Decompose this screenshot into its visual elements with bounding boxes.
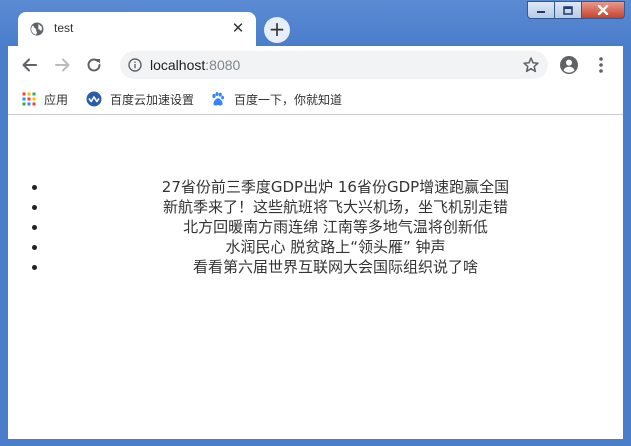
close-window-icon bbox=[597, 5, 609, 15]
tab-strip: test ✕ + bbox=[0, 0, 631, 46]
account-icon[interactable] bbox=[559, 55, 579, 75]
news-list: 27省份前三季度GDP出炉 16省份GDP增速跑赢全国 新航季来了！这些航班将飞… bbox=[8, 177, 623, 277]
list-item: 新航季来了！这些航班将飞大兴机场，坐飞机别走错 bbox=[48, 197, 623, 217]
maximize-icon bbox=[563, 5, 573, 15]
star-icon[interactable] bbox=[522, 56, 540, 74]
url-text[interactable]: localhost:8080 bbox=[150, 57, 240, 73]
minimize-button[interactable] bbox=[527, 1, 555, 19]
cloud-accelerate-icon bbox=[86, 91, 102, 107]
bookmark-label: 百度云加速设置 bbox=[110, 92, 195, 107]
list-item: 水润民心 脱贫路上“领头雁” 钟声 bbox=[48, 237, 623, 257]
maximize-button[interactable] bbox=[554, 1, 582, 19]
bookmarks-bar: 应用 百度云加速设置 百度一下，你就知道 bbox=[8, 84, 623, 115]
kebab-menu-icon[interactable] bbox=[593, 55, 609, 75]
reload-icon[interactable] bbox=[84, 55, 104, 75]
page-viewport: 27省份前三季度GDP出炉 16省份GDP增速跑赢全国 新航季来了！这些航班将飞… bbox=[8, 115, 623, 439]
tab-title: test bbox=[54, 21, 74, 35]
bookmark-baidu[interactable]: 百度一下，你就知道 bbox=[210, 90, 342, 108]
bookmark-baidu-cloud[interactable]: 百度云加速设置 bbox=[86, 90, 194, 108]
baidu-paw-icon bbox=[212, 92, 224, 106]
browser-toolbar: localhost:8080 bbox=[8, 46, 623, 84]
address-bar[interactable]: localhost:8080 bbox=[120, 51, 548, 79]
url-host: localhost bbox=[150, 57, 206, 73]
close-window-button[interactable] bbox=[581, 1, 625, 19]
url-port: :8080 bbox=[205, 57, 241, 73]
list-item: 27省份前三季度GDP出炉 16省份GDP增速跑赢全国 bbox=[48, 177, 623, 197]
bookmark-apps[interactable]: 应用 bbox=[22, 90, 68, 108]
site-info-icon[interactable] bbox=[128, 58, 142, 72]
bookmark-label: 应用 bbox=[44, 92, 69, 107]
tab-close-icon[interactable]: ✕ bbox=[230, 20, 246, 36]
browser-window: test ✕ + localhost:8080 应用 百度云加速设置 百度一下，… bbox=[0, 0, 631, 446]
window-controls bbox=[527, 1, 625, 20]
forward-arrow-icon[interactable] bbox=[52, 55, 72, 75]
tab-test[interactable]: test ✕ bbox=[18, 12, 256, 46]
minimize-icon bbox=[537, 11, 545, 13]
list-item: 看看第六届世界互联网大会国际组织说了啥 bbox=[48, 257, 623, 277]
globe-icon bbox=[30, 22, 44, 36]
apps-grid-icon bbox=[22, 92, 36, 106]
new-tab-button[interactable]: + bbox=[264, 17, 290, 43]
bookmark-label: 百度一下，你就知道 bbox=[234, 92, 343, 107]
back-arrow-icon[interactable] bbox=[20, 55, 40, 75]
list-item: 北方回暖南方雨连绵 江南等多地气温将创新低 bbox=[48, 217, 623, 237]
